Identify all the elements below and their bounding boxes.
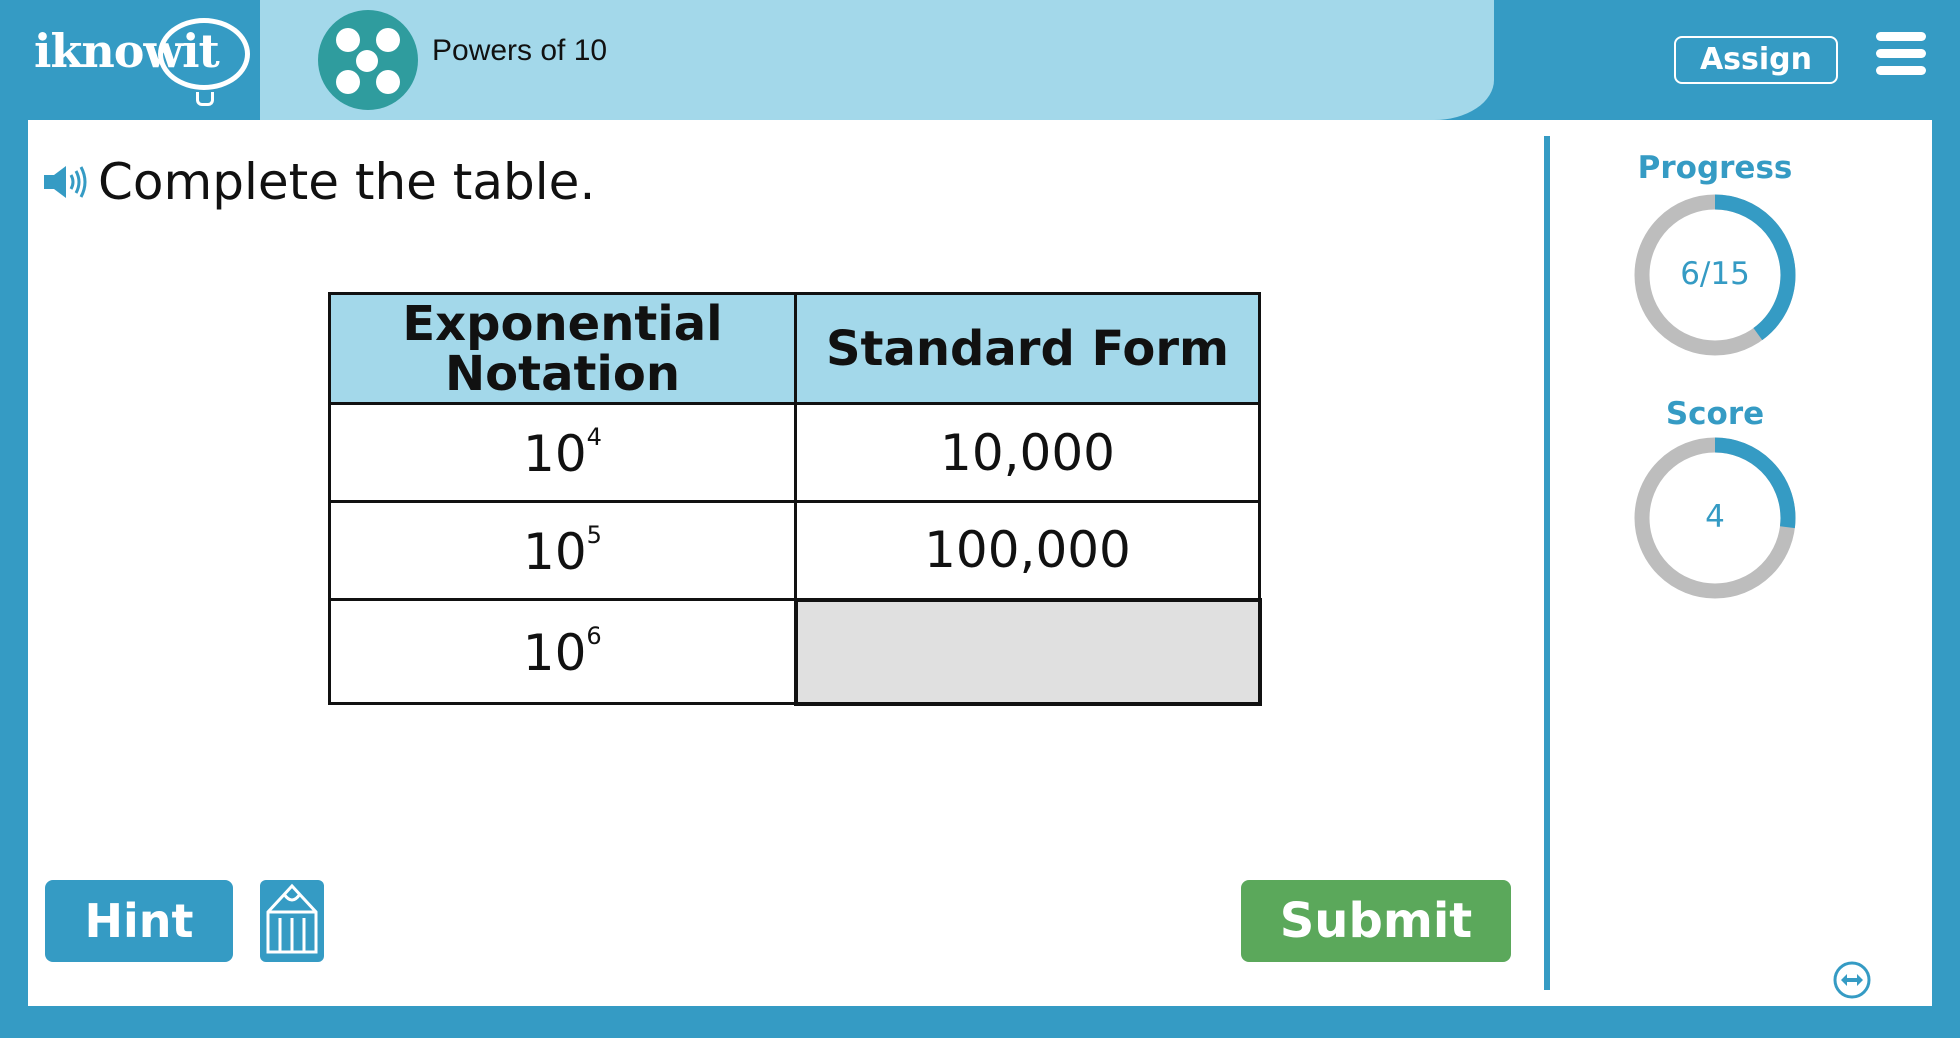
question-prompt: Complete the table. (42, 153, 595, 211)
exponent: 5 (586, 520, 602, 549)
assign-button[interactable]: Assign (1674, 36, 1838, 84)
hint-button[interactable]: Hint (45, 880, 233, 962)
logo-ring (158, 18, 250, 90)
topic-dots-icon (318, 10, 418, 110)
iknowit-logo[interactable]: iknowit (30, 18, 250, 106)
base: 10 (523, 424, 587, 483)
header-standard-form: Standard Form (794, 292, 1261, 405)
progress-value: 6/15 (1680, 256, 1750, 292)
expand-icon[interactable] (1832, 960, 1872, 1000)
answer-input-cell[interactable] (793, 597, 1262, 706)
topic-title: Powers of 10 (432, 34, 608, 67)
header: iknowit Powers of 10 Assign (0, 0, 1960, 120)
header-line: Notation (444, 345, 681, 402)
table-row: 104 10,000 (328, 402, 1261, 503)
table-row: 105 100,000 (328, 500, 1261, 601)
table-header-row: Exponential Notation Standard Form (328, 292, 1261, 405)
exponential-cell: 104 (328, 402, 797, 503)
table-row: 106 (328, 597, 1262, 706)
standard-cell: 10,000 (794, 402, 1261, 503)
speaker-icon[interactable] (42, 162, 88, 202)
exponential-cell: 105 (328, 500, 797, 601)
score-value: 4 (1705, 499, 1725, 535)
submit-button[interactable]: Submit (1241, 880, 1511, 962)
progress-label: Progress (1637, 150, 1793, 186)
menu-icon[interactable] (1876, 32, 1926, 76)
score-label: Score (1665, 396, 1765, 432)
exponent: 6 (586, 621, 602, 650)
exponential-cell: 106 (328, 598, 797, 705)
exponent: 4 (586, 422, 602, 451)
logo-bulb-icon (196, 92, 214, 106)
pencil-button[interactable] (260, 880, 324, 962)
header-line: Exponential (402, 295, 723, 352)
base: 10 (523, 522, 587, 581)
pencil-icon (266, 883, 318, 954)
prompt-text: Complete the table. (98, 153, 596, 211)
header-exponential-notation: Exponential Notation (328, 292, 797, 405)
standard-cell: 100,000 (794, 500, 1261, 601)
powers-table: Exponential Notation Standard Form 104 1… (328, 292, 1262, 706)
base: 10 (522, 623, 587, 682)
sidebar-divider (1544, 136, 1550, 990)
